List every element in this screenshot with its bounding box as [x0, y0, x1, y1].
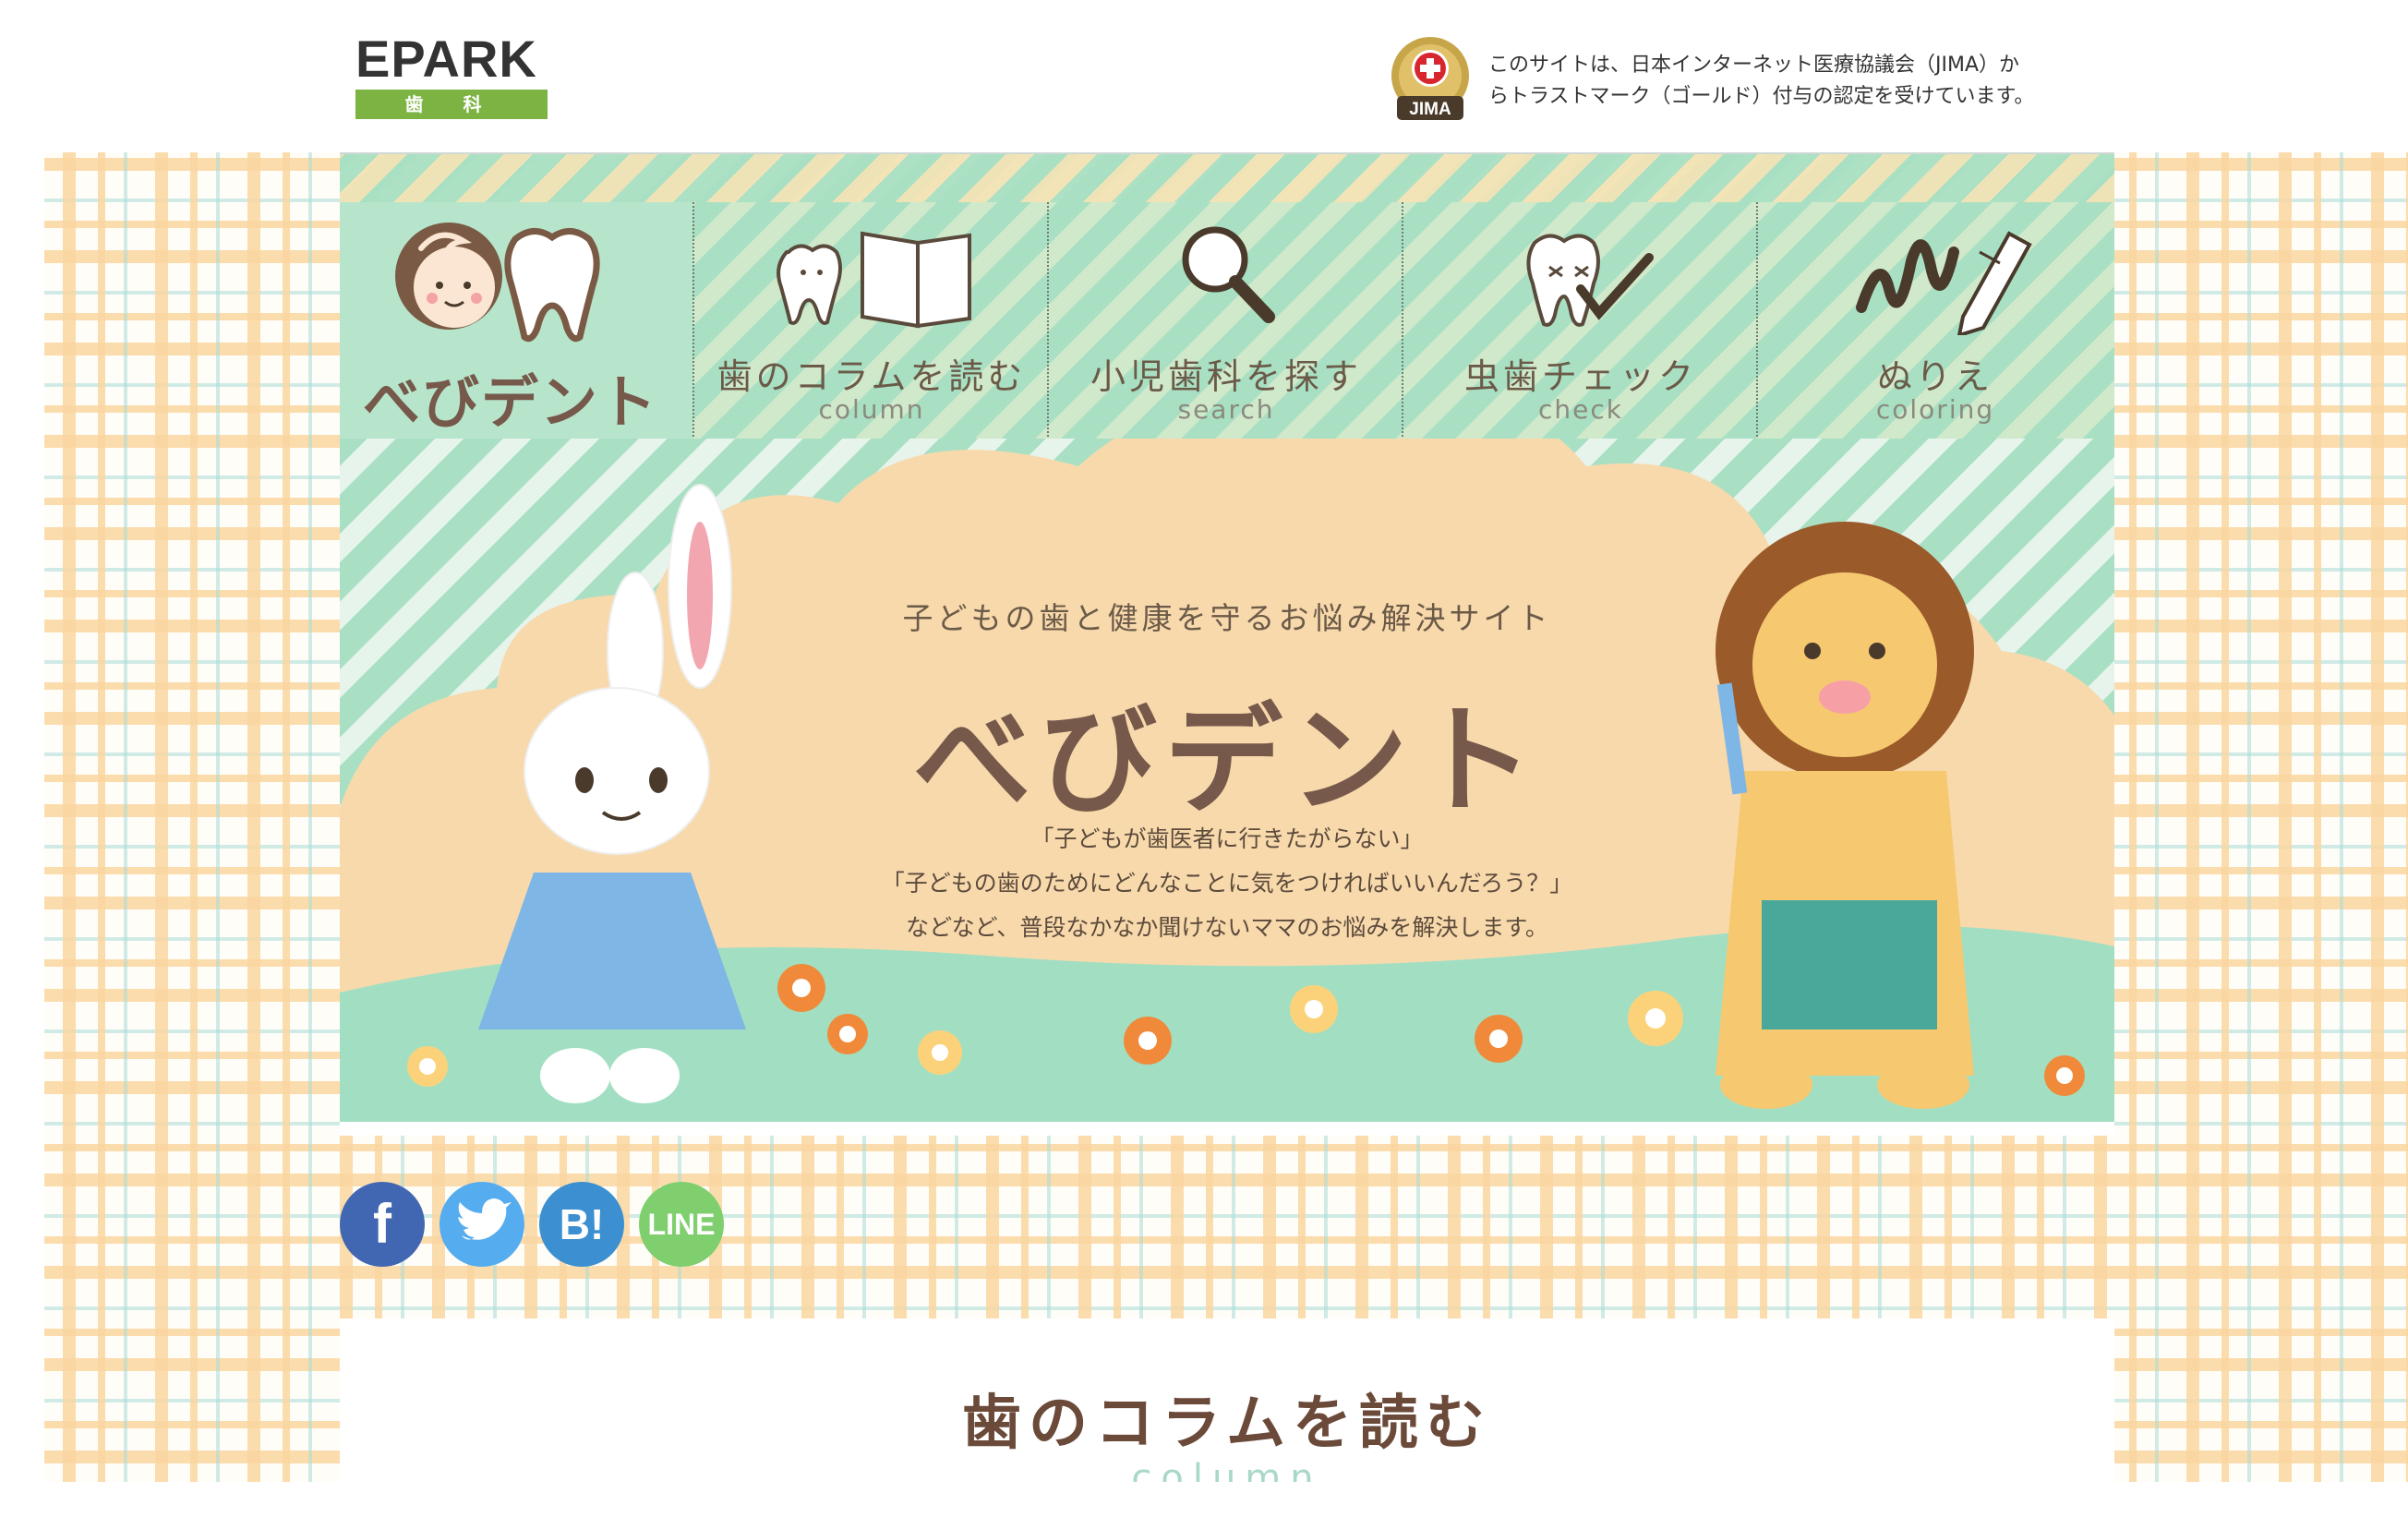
facebook-icon: f — [373, 1193, 391, 1255]
babydent-logo-text: べびデント — [363, 368, 658, 436]
hero-desc-line-3: などなど、普段なかなか聞けないママのお悩みを解決します。 — [906, 914, 1548, 941]
magnifier-icon — [1182, 226, 1275, 323]
tooth-book-icon — [777, 231, 971, 329]
twitter-bird-icon — [458, 1198, 512, 1240]
line-icon: LINE — [647, 1208, 716, 1241]
nav-item-column-sub: column — [818, 394, 925, 425]
tooth-check-icon — [1526, 234, 1654, 327]
babydent-logo-icon: べびデント — [363, 223, 658, 436]
nav-item-column-label: 歯のコラムを読む — [716, 356, 1027, 397]
global-nav: べびデント 歯のコラムを読む column 小児歯科を探す search 虫歯チ… — [340, 152, 2114, 440]
nav-stripe-band — [340, 154, 2114, 202]
hatena-icon: B! — [559, 1200, 605, 1248]
hero-description: 「子どもが歯医者に行きたがらない」 「子どもの歯のためにどんなことに気をつければ… — [340, 817, 2114, 950]
nav-item-search-label: 小児歯科を探す — [1090, 356, 1362, 397]
hero-title: べびデント — [912, 695, 1541, 827]
nav-item-check[interactable]: 虫歯チェック check — [1402, 202, 1758, 440]
jima-trustmark-icon[interactable]: JIMA — [1390, 35, 1471, 127]
line-share-button[interactable]: LINE — [639, 1182, 724, 1267]
nav-item-coloring-sub: coloring — [1875, 394, 1995, 425]
epark-sub-label: 歯 科 — [355, 90, 548, 119]
jima-statement: このサイトは、日本インターネット医療協議会（JIMA）か らトラストマーク（ゴー… — [1488, 50, 2089, 113]
hero-desc-line-1: 「子どもが歯医者に行きたがらない」 — [1030, 825, 1424, 852]
column-section-sub: column — [1131, 1457, 1323, 1482]
nav-item-check-sub: check — [1538, 394, 1623, 425]
jima-line-1: このサイトは、日本インターネット医療協議会（JIMA）か — [1488, 54, 2020, 77]
nav-item-check-label: 虫歯チェック — [1463, 356, 1697, 397]
main-panel: べびデント 歯のコラムを読む column 小児歯科を探す search 虫歯チ… — [340, 152, 2114, 1136]
column-section: 歯のコラムを読む column — [340, 1318, 2114, 1482]
epark-logo[interactable]: EPARK 歯 科 — [355, 32, 548, 119]
nav-item-search[interactable]: 小児歯科を探す search — [1047, 202, 1403, 440]
column-section-title: 歯のコラムを読む — [961, 1390, 1493, 1458]
nav-item-coloring[interactable]: ぬりえ coloring — [1756, 202, 2113, 440]
facebook-share-button[interactable]: f — [340, 1182, 425, 1267]
pencil-scribble-icon — [1856, 231, 2032, 335]
babydent-logo[interactable]: べびデント — [340, 202, 692, 440]
nav-item-search-sub: search — [1177, 394, 1275, 425]
nav-item-column[interactable]: 歯のコラムを読む column — [692, 202, 1049, 440]
hatena-bookmark-button[interactable]: B! — [539, 1182, 624, 1267]
jima-line-2: らトラストマーク（ゴールド）付与の認定を受けています。 — [1488, 85, 2035, 108]
hero-desc-line-2: 「子どもの歯のためにどんなことに気をつければいいんだろう？」 — [881, 870, 1573, 897]
hero-tagline: 子どもの歯と健康を守るお悩み解決サイト — [902, 600, 1552, 636]
site-header: EPARK 歯 科 JIMA このサイトは、日本インターネット医療協議会（JIM… — [0, 0, 2408, 152]
hero-banner: 子どもの歯と健康を守るお悩み解決サイト べびデント 「子どもが歯医者に行きたがら… — [340, 439, 2114, 1136]
twitter-share-button[interactable] — [439, 1182, 524, 1267]
epark-brand: EPARK — [355, 30, 537, 88]
nav-item-coloring-label: ぬりえ — [1876, 356, 1993, 397]
jima-badge-label: JIMA — [1409, 100, 1451, 119]
